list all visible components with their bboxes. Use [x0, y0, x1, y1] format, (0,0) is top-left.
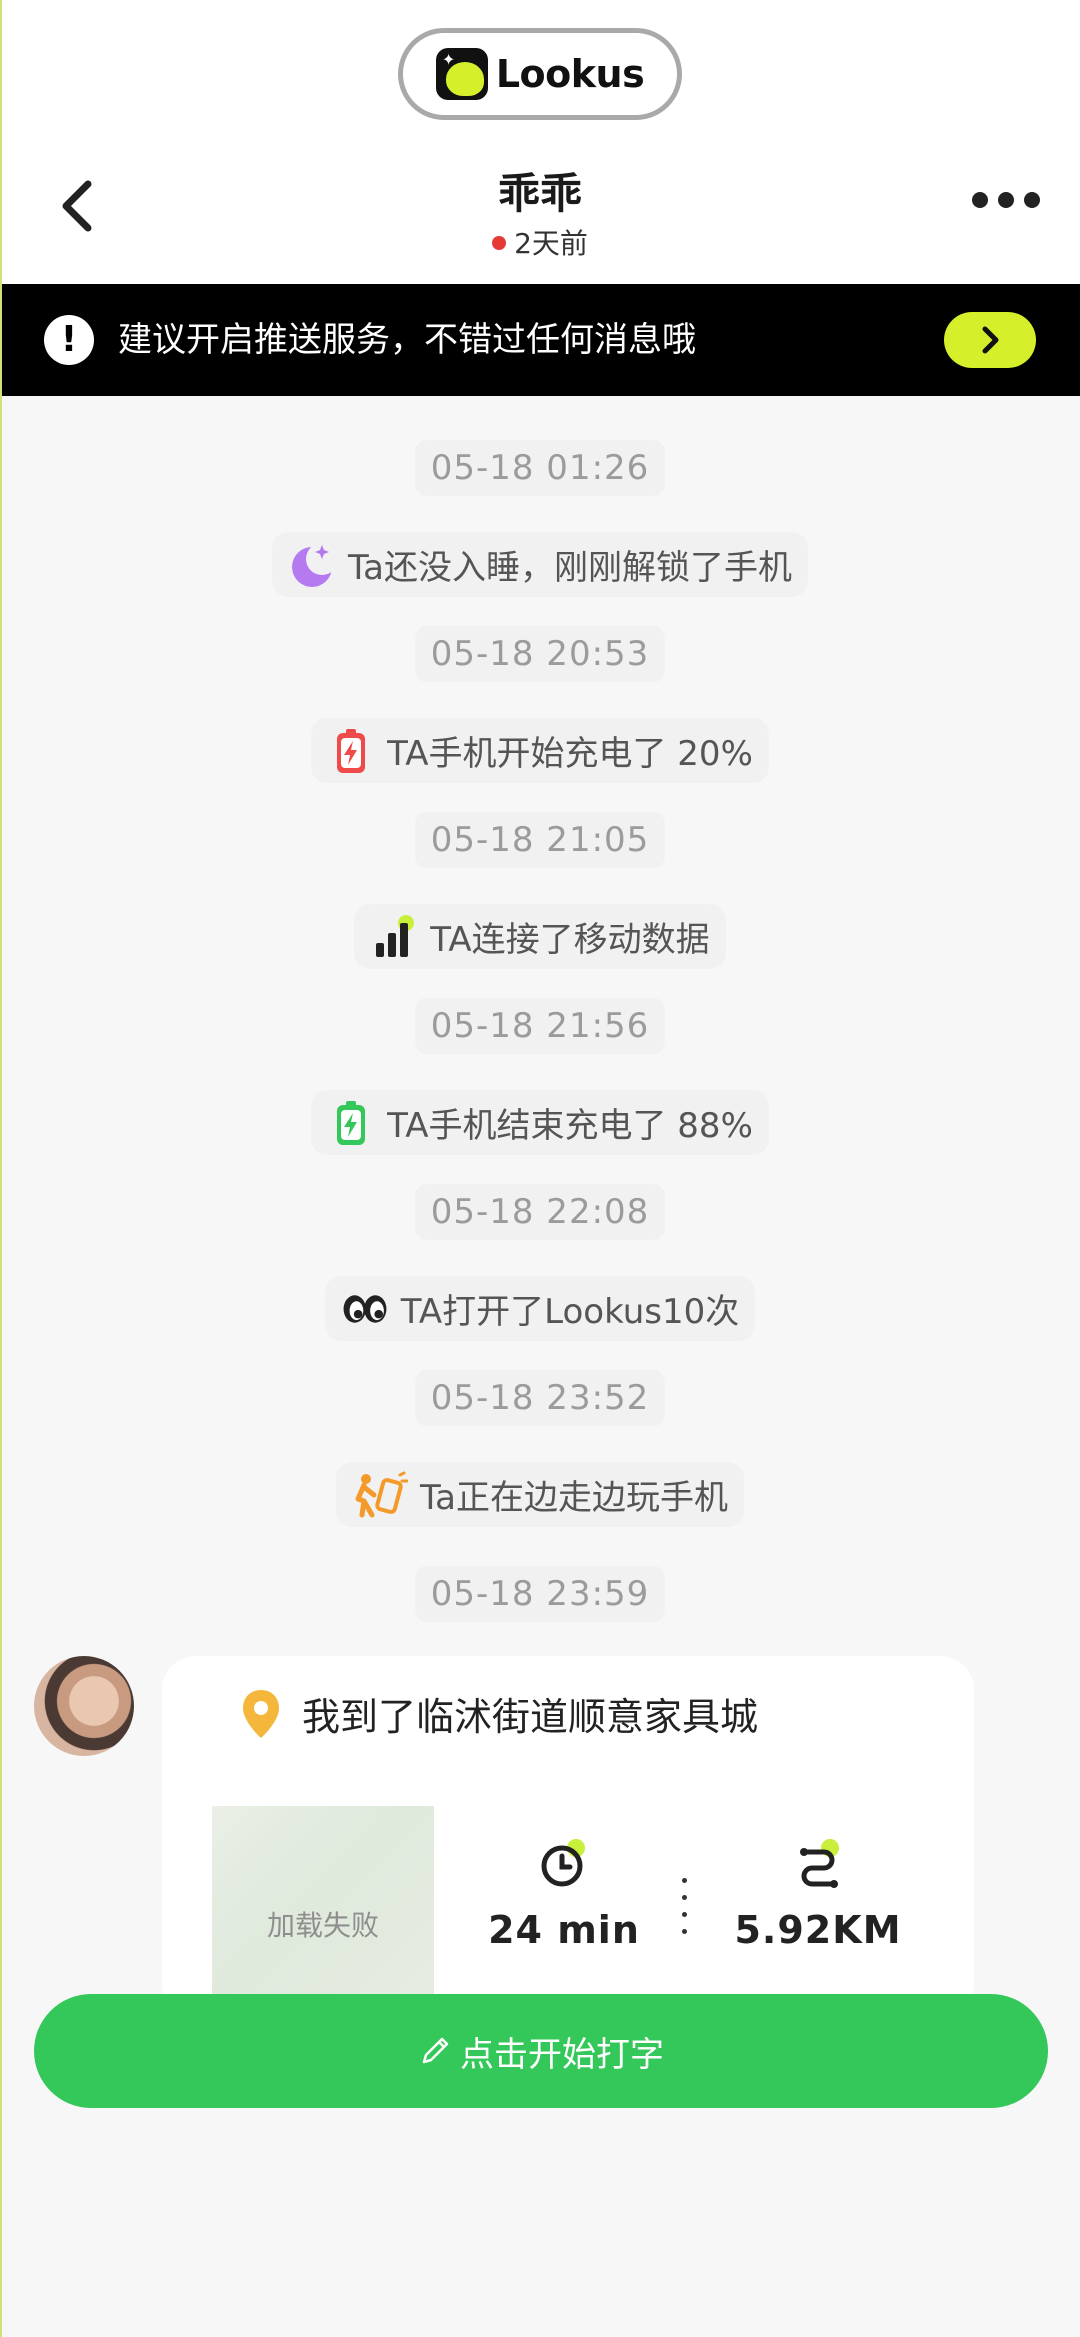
moon-icon — [292, 542, 336, 587]
timer-icon — [541, 1839, 585, 1887]
activity-event: TA连接了移动数据 — [0, 904, 1080, 969]
timestamp: 05-18 01:26 — [0, 440, 1080, 496]
header: ✦ Lookus 乖乖 2天前 — [0, 0, 1080, 284]
avatar[interactable] — [34, 1656, 134, 1756]
distance-stat: 5.92KM — [718, 1836, 918, 1952]
activity-event: Ta还没入睡，刚刚解锁了手机 — [0, 532, 1080, 597]
location-card[interactable]: 我到了临沭街道顺意家具城 加载失败 24 min 5.92KM — [162, 1656, 974, 2016]
timestamp: 05-18 21:56 — [0, 998, 1080, 1054]
status-dot — [492, 236, 507, 250]
timestamp: 05-18 22:08 — [0, 1184, 1080, 1240]
location-text: 我到了临沭街道顺意家具城 — [302, 1695, 759, 1739]
distance-value: 5.92KM — [734, 1908, 902, 1952]
map-load-failed-text: 加载失败 — [266, 1909, 379, 1942]
stat-divider — [682, 1878, 688, 1946]
start-typing-button[interactable]: 点击开始打字 — [34, 1994, 1048, 2108]
app-logo-pill[interactable]: ✦ Lookus — [398, 28, 682, 120]
map-thumbnail[interactable]: 加载失败 — [212, 1806, 434, 2006]
timestamp: 05-18 23:59 — [0, 1566, 1080, 1622]
duration-value: 24 min — [488, 1908, 640, 1952]
battery-charging-icon — [337, 728, 366, 773]
banner-go-button[interactable] — [944, 312, 1036, 368]
edge-divider — [0, 0, 2, 2337]
walking-phone-icon — [355, 1471, 408, 1517]
pencil-icon — [422, 2037, 449, 2064]
eyes-icon — [343, 1294, 387, 1323]
timestamp: 05-18 23:52 — [0, 1370, 1080, 1426]
chat-screen: ✦ Lookus 乖乖 2天前 ! 建议开启推送服务，不错过任何消息哦 05-1… — [0, 0, 1080, 2337]
last-seen-text: 2天前 — [514, 227, 588, 260]
app-name: Lookus — [495, 52, 645, 96]
activity-event: Ta正在边走边玩手机 — [0, 1462, 1080, 1527]
contact-name: 乖乖 — [497, 169, 582, 218]
push-notification-banner[interactable]: ! 建议开启推送服务，不错过任何消息哦 — [0, 284, 1080, 396]
chevron-right-icon — [982, 326, 999, 354]
more-options-button[interactable] — [972, 192, 1040, 208]
activity-event: TA手机结束充电了 88% — [0, 1090, 1080, 1155]
location-pin-icon — [243, 1689, 279, 1738]
alert-icon: ! — [44, 315, 94, 365]
last-seen-status: 2天前 — [0, 222, 1080, 262]
timestamp: 05-18 21:05 — [0, 812, 1080, 868]
activity-event: TA打开了Lookus10次 — [0, 1276, 1080, 1341]
signal-bars-icon — [376, 914, 415, 957]
start-typing-label: 点击开始打字 — [460, 2034, 664, 2075]
banner-text: 建议开启推送服务，不错过任何消息哦 — [118, 320, 696, 360]
timestamp: 05-18 20:53 — [0, 626, 1080, 682]
lookus-logo-icon: ✦ — [435, 48, 488, 100]
route-icon — [800, 1839, 839, 1888]
activity-event: TA手机开始充电了 20% — [0, 718, 1080, 783]
battery-full-icon — [337, 1100, 366, 1145]
duration-stat: 24 min — [464, 1836, 664, 1952]
